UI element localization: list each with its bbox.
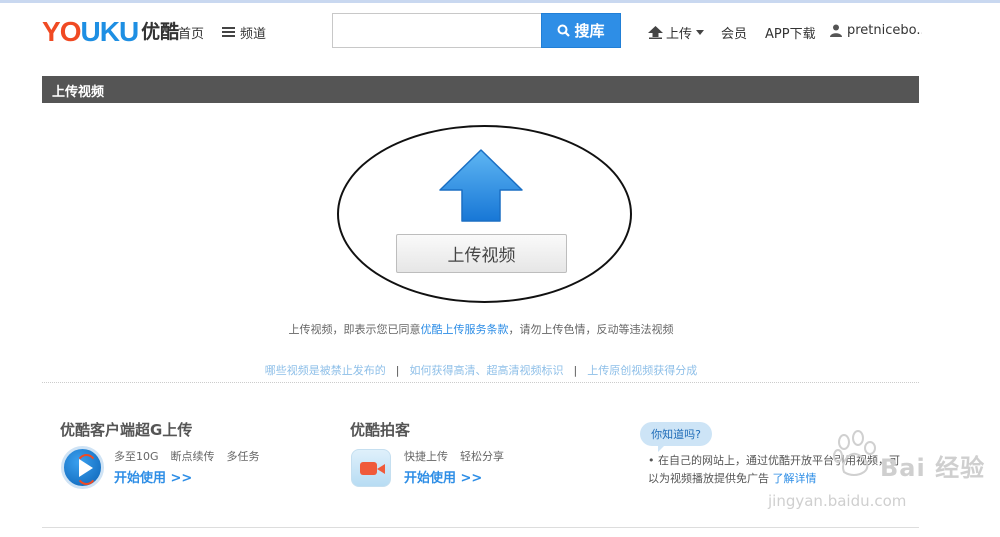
watermark-url: jingyan.baidu.com: [768, 492, 907, 510]
section-title: 上传视频: [52, 85, 105, 100]
client-start-link[interactable]: 开始使用 >>: [114, 467, 192, 486]
nav-home[interactable]: 首页: [178, 23, 204, 42]
search-button[interactable]: 搜库: [541, 13, 621, 48]
chevron-down-icon: [696, 30, 705, 35]
paike-tag: 快捷上传: [404, 450, 448, 463]
header-vip-link[interactable]: 会员: [721, 23, 747, 42]
paike-title: 优酷拍客: [350, 421, 411, 439]
link-banned-videos[interactable]: 哪些视频是被禁止发布的: [265, 364, 386, 377]
header-user-menu[interactable]: pretnicebo..: [830, 23, 922, 38]
link-revenue-share[interactable]: 上传原创视频获得分成: [587, 364, 697, 377]
nav-channel[interactable]: 频道: [222, 23, 266, 42]
terms-suffix: ，请勿上传色情，反动等违法视频: [508, 323, 674, 336]
nav-channel-label: 频道: [240, 27, 267, 42]
tip-learn-more-link[interactable]: 了解详情: [773, 472, 817, 485]
client-tag: 多任务: [226, 450, 260, 463]
bottom-divider: [42, 527, 919, 528]
menu-icon: [222, 27, 235, 38]
header-username: pretnicebo..: [847, 23, 922, 38]
top-border: [0, 0, 1000, 3]
header-app-download[interactable]: APP下载: [765, 23, 816, 42]
client-upload-title: 优酷客户端超G上传: [60, 421, 193, 439]
upload-icon: [648, 26, 663, 39]
logo-text-en: YOUKU: [42, 16, 139, 47]
paike-tag: 轻松分享: [460, 450, 504, 463]
camera-lens: [377, 464, 385, 474]
paike-tags: 快捷上传 轻松分享: [404, 448, 516, 464]
link-separator: |: [395, 364, 400, 377]
search-button-label: 搜库: [574, 22, 605, 40]
camera-body: [360, 462, 377, 475]
header-upload-label: 上传: [666, 27, 693, 42]
upload-arrow-icon[interactable]: [438, 148, 524, 224]
link-separator: |: [573, 364, 578, 377]
terms-link[interactable]: 优酷上传服务条款: [421, 323, 509, 336]
baidu-paw-watermark-icon: [833, 430, 876, 476]
section-bar: 上传视频: [42, 76, 919, 103]
search-icon: [557, 24, 571, 37]
upload-video-button[interactable]: 上传视频: [396, 234, 567, 273]
client-tags: 多至10G 断点续传 多任务: [114, 448, 272, 464]
client-tag: 断点续传: [170, 450, 215, 463]
paike-start-link[interactable]: 开始使用 >>: [404, 467, 482, 486]
header-upload-menu[interactable]: 上传: [648, 23, 705, 42]
logo-text-cn: 优酷: [141, 21, 180, 43]
user-icon: [830, 24, 842, 37]
youku-logo[interactable]: YOUKU 优酷: [42, 15, 179, 49]
terms-text: 上传视频，即表示您已同意优酷上传服务条款，请勿上传色情，反动等违法视频: [0, 321, 962, 337]
help-links: 哪些视频是被禁止发布的 | 如何获得高清、超高清视频标识 | 上传原创视频获得分成: [0, 362, 962, 378]
tip-line-2: 以为视频播放提供免广告: [648, 472, 769, 485]
divider: [42, 382, 919, 383]
client-tag: 多至10G: [114, 450, 159, 463]
youku-client-icon[interactable]: [61, 446, 104, 489]
did-you-know-bubble: 你知道吗?: [640, 422, 712, 452]
link-hd-badge[interactable]: 如何获得高清、超高清视频标识: [410, 364, 564, 377]
search-input[interactable]: [332, 13, 542, 48]
terms-prefix: 上传视频，即表示您已同意: [288, 323, 421, 336]
paike-camera-icon[interactable]: [351, 449, 391, 487]
watermark-text: Bai 经验: [880, 454, 986, 482]
